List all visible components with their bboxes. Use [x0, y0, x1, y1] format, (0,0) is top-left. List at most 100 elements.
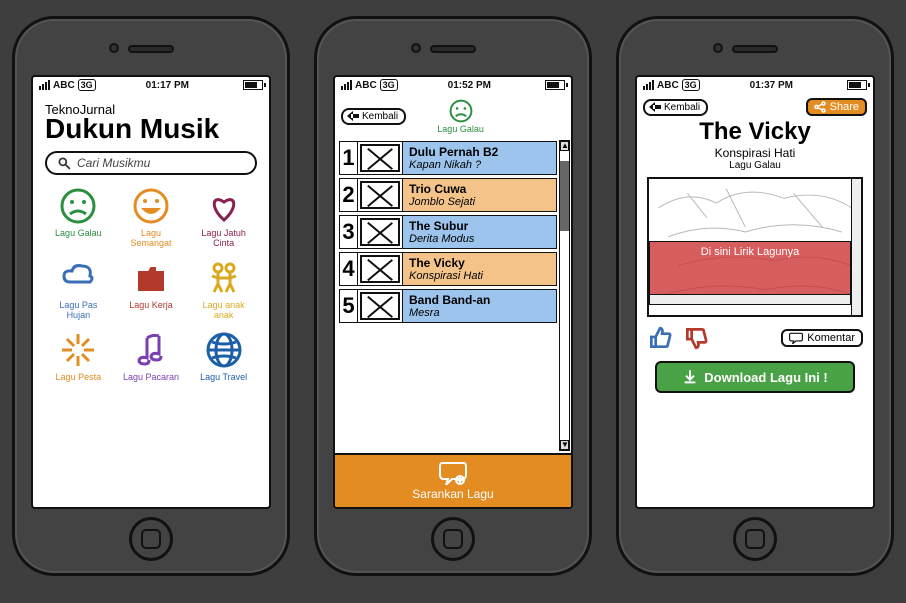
phone-home: ABC 3G 01:17 PM TeknoJurnal Dukun Musik … [12, 16, 290, 576]
home-button[interactable] [733, 517, 777, 561]
scroll-thumb[interactable] [560, 161, 569, 231]
search-placeholder: Cari Musikmu [77, 156, 150, 170]
song-header: The Vicky Konspirasi Hati Lagu Galau [637, 118, 873, 171]
song-title: Band Band-an [409, 293, 550, 307]
mood-name: Lagu Galau [637, 160, 873, 171]
song-list: 1 Dulu Pernah B2 Kapan Nikah ? 2 Trio Cu… [335, 138, 571, 453]
song-title: Trio Cuwa [409, 182, 550, 196]
lyric-caption: Di sini Lirik Lagunya [701, 246, 799, 258]
status-bar: ABC 3G 01:17 PM [33, 77, 269, 94]
cat-label: Lagu Jatuh Cinta [195, 229, 253, 249]
artwork-panel: Di sini Lirik Lagunya [647, 177, 863, 317]
download-button[interactable]: Download Lagu Ini ! [655, 361, 855, 393]
mood-label: Lagu Galau [437, 124, 484, 134]
battery-icon [545, 80, 565, 90]
search-input[interactable]: Cari Musikmu [45, 151, 257, 175]
app-title: Dukun Musik [45, 115, 257, 143]
song-thumb-placeholder [360, 292, 400, 320]
cat-label: Lagu anak anak [195, 301, 253, 321]
back-label: Kembali [362, 111, 398, 122]
song-row[interactable]: 5 Band Band-an Mesra [339, 289, 557, 323]
scrollbar[interactable]: ▲ ▼ [559, 140, 570, 451]
scroll-down-arrow-icon[interactable]: ▼ [560, 440, 569, 450]
download-label: Download Lagu Ini ! [704, 370, 828, 385]
share-button[interactable]: Share [806, 98, 867, 116]
search-icon [57, 156, 71, 170]
song-row[interactable]: 2 Trio Cuwa Jomblo Sejati [339, 178, 557, 212]
song-row[interactable]: 4 The Vicky Konspirasi Hati [339, 252, 557, 286]
song-row[interactable]: 3 The Subur Derita Modus [339, 215, 557, 249]
thumbs-down-icon[interactable] [683, 325, 709, 351]
status-bar: ABC 3G 01:52 PM [335, 77, 571, 94]
network-badge: 3G [78, 79, 96, 91]
song-subtitle: Kapan Nikah ? [409, 159, 550, 171]
clock: 01:17 PM [146, 80, 189, 91]
song-rank: 4 [340, 253, 358, 285]
suggest-song-button[interactable]: Sarankan Lagu [335, 453, 571, 507]
song-rank: 2 [340, 179, 358, 211]
screen-song-detail: ABC 3G 01:37 PM Kembali Share The Vicky … [635, 75, 875, 509]
carrier-label: ABC [355, 80, 377, 91]
cat-lagu-pacaran[interactable]: Lagu Pacaran [118, 329, 185, 383]
back-button[interactable]: Kembali [643, 99, 708, 116]
signal-icon [643, 80, 654, 90]
song-subtitle: Jomblo Sejati [409, 196, 550, 208]
cat-lagu-anak-anak[interactable]: Lagu anak anak [190, 257, 257, 321]
song-name: Konspirasi Hati [637, 146, 873, 160]
category-grid: Lagu Galau Lagu Semangat Lagu Jatuh Cint… [45, 185, 257, 382]
song-subtitle: Mesra [409, 307, 550, 319]
suggest-label: Sarankan Lagu [341, 487, 565, 501]
cat-label: Lagu Kerja [129, 301, 173, 311]
song-rank: 5 [340, 290, 358, 322]
network-badge: 3G [682, 79, 700, 91]
cat-lagu-pas-hujan[interactable]: Lagu Pas Hujan [45, 257, 112, 321]
cat-label: Lagu Galau [55, 229, 102, 239]
share-label: Share [830, 101, 859, 113]
cat-label: Lagu Pas Hujan [49, 301, 107, 321]
comment-button[interactable]: Komentar [781, 329, 863, 347]
cat-label: Lagu Travel [200, 373, 247, 383]
download-icon [682, 369, 698, 385]
song-title: The Subur [409, 219, 550, 233]
back-button[interactable]: Kembali [341, 108, 406, 125]
artwork-scrollbar[interactable] [851, 179, 861, 315]
suggest-chat-icon [438, 461, 468, 485]
song-row[interactable]: 1 Dulu Pernah B2 Kapan Nikah ? [339, 141, 557, 175]
cat-label: Lagu Semangat [122, 229, 180, 249]
phone-list: ABC 3G 01:52 PM Kembali Lagu Galau 1 Dul [314, 16, 592, 576]
mood-header: Lagu Galau [414, 98, 507, 134]
home-button[interactable] [431, 517, 475, 561]
share-icon [814, 101, 826, 113]
back-arrow-icon [347, 111, 359, 121]
lyric-scrollbar[interactable] [650, 294, 850, 304]
status-bar: ABC 3G 01:37 PM [637, 77, 873, 94]
back-arrow-icon [649, 102, 661, 112]
song-title: The Vicky [409, 256, 550, 270]
song-thumb-placeholder [360, 181, 400, 209]
artist-name: The Vicky [637, 118, 873, 146]
cat-lagu-travel[interactable]: Lagu Travel [190, 329, 257, 383]
song-rank: 3 [340, 216, 358, 248]
song-thumb-placeholder [360, 255, 400, 283]
song-thumb-placeholder [360, 218, 400, 246]
back-label: Kembali [664, 102, 700, 113]
home-button[interactable] [129, 517, 173, 561]
cat-lagu-semangat[interactable]: Lagu Semangat [118, 185, 185, 249]
thumbs-up-icon[interactable] [647, 325, 673, 351]
song-rank: 1 [340, 142, 358, 174]
screen-home: ABC 3G 01:17 PM TeknoJurnal Dukun Musik … [31, 75, 271, 509]
battery-icon [243, 80, 263, 90]
cat-lagu-kerja[interactable]: Lagu Kerja [118, 257, 185, 321]
signal-icon [39, 80, 50, 90]
screen-song-list: ABC 3G 01:52 PM Kembali Lagu Galau 1 Dul [333, 75, 573, 509]
carrier-label: ABC [53, 80, 75, 91]
battery-icon [847, 80, 867, 90]
network-badge: 3G [380, 79, 398, 91]
song-title: Dulu Pernah B2 [409, 145, 550, 159]
scroll-up-arrow-icon[interactable]: ▲ [560, 141, 569, 151]
cat-lagu-galau[interactable]: Lagu Galau [45, 185, 112, 249]
clock: 01:52 PM [448, 80, 491, 91]
carrier-label: ABC [657, 80, 679, 91]
cat-lagu-jatuh-cinta[interactable]: Lagu Jatuh Cinta [190, 185, 257, 249]
cat-lagu-pesta[interactable]: Lagu Pesta [45, 329, 112, 383]
